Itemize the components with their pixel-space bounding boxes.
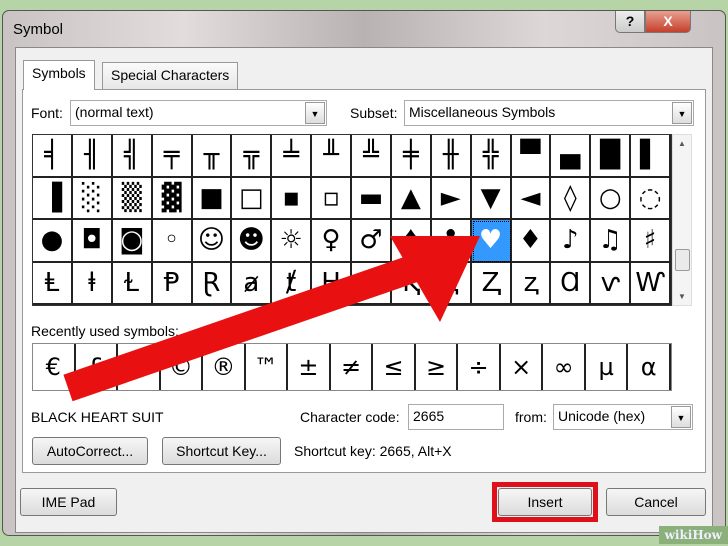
tab-symbols[interactable]: Symbols	[23, 60, 95, 90]
arrow-shaft	[63, 254, 420, 402]
red-arrow-annotation	[63, 236, 480, 402]
wikihow-watermark: wikiHow	[658, 526, 728, 544]
